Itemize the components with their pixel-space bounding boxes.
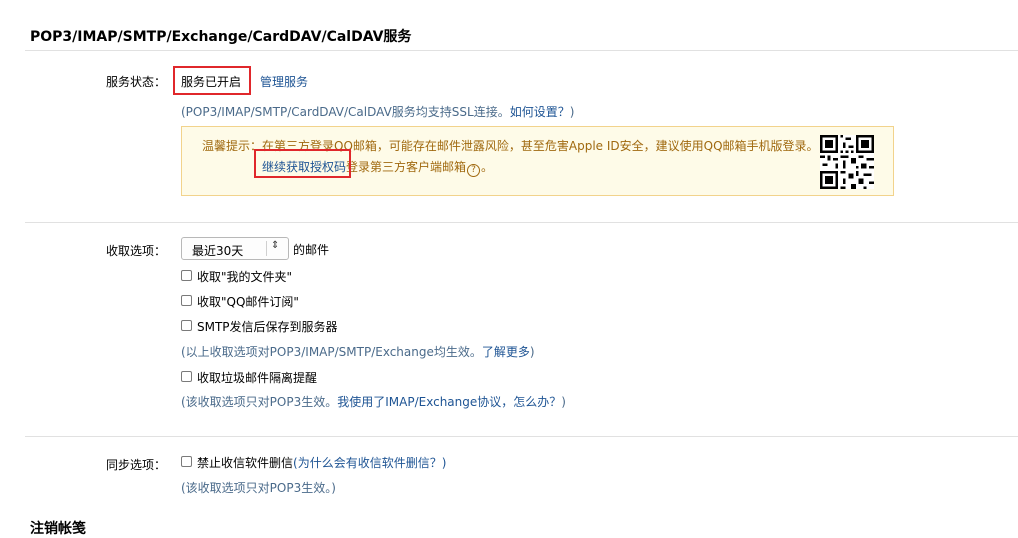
receive-range-value: 最近30天 [192,244,244,258]
option-qq-subscription-label: 收取"QQ邮件订阅" [197,295,299,309]
updown-arrow-icon: ⇕ [271,240,280,251]
ssl-note-text: (POP3/IMAP/SMTP/CardDAV/CalDAV服务均支持SSL连接… [181,105,510,119]
prevent-delete-text: 禁止收信软件删信 [197,456,294,470]
divider [25,436,1018,437]
receive-range-suffix: 的邮件 [293,243,330,257]
checkbox-prevent-delete[interactable] [181,456,192,467]
receive-note-2-end: ) [561,395,566,409]
why-delete-link[interactable]: (为什么会有收信软件删信？) [293,456,446,470]
warning-end: 。 [481,160,494,174]
option-my-folders-label: 收取"我的文件夹" [197,270,293,284]
divider [25,50,1018,51]
checkbox-my-folders[interactable] [181,270,192,281]
option-smtp-save-label: SMTP发信后保存到服务器 [197,320,338,334]
warning-line2-text: 登录第三方客户端邮箱 [346,160,467,174]
how-to-setup-link[interactable]: 如何设置？ [510,105,570,119]
receive-options-label: 收取选项： [106,244,167,258]
receive-note-2: (该收取选项只对POP3生效。我使用了IMAP/Exchange协议，怎么办？) [181,393,566,410]
ssl-note-end: ) [569,105,575,119]
sync-note: (该收取选项只对POP3生效。) [181,481,336,495]
receive-note-2-text: (该收取选项只对POP3生效。 [181,395,338,409]
select-separator [266,241,267,256]
checkbox-qq-subscription[interactable] [181,295,192,306]
qr-code-icon [820,135,874,189]
next-section-title: 注销帐笺 [30,521,86,537]
receive-note-1-end: ) [529,345,535,359]
service-status-label: 服务状态： [106,75,167,89]
sync-options-label: 同步选项： [106,458,167,472]
receive-range-select[interactable]: 最近30天 ⇕ [181,237,289,260]
checkbox-spam-reminder[interactable] [181,371,192,382]
checkbox-smtp-save[interactable] [181,320,192,331]
imap-exchange-help-link[interactable]: 我使用了IMAP/Exchange协议，怎么办？ [337,395,561,409]
sync-option-label: 禁止收信软件删信(为什么会有收信软件删信？) [197,454,446,471]
service-status-value: 服务已开启 [181,75,242,89]
option-spam-reminder-label: 收取垃圾邮件隔离提醒 [197,371,318,385]
top-band [0,0,1018,18]
divider [25,222,1018,223]
receive-note-1: (以上收取选项对POP3/IMAP/SMTP/Exchange均生效。了解更多) [181,343,535,360]
section-title: POP3/IMAP/SMTP/Exchange/CardDAV/CalDAV服务 [30,29,412,45]
help-icon[interactable]: ? [467,164,481,177]
auth-code-highlight-box [254,149,351,178]
manage-service-link[interactable]: 管理服务 [260,73,308,90]
learn-more-link[interactable]: 了解更多 [482,345,530,359]
ssl-note: (POP3/IMAP/SMTP/CardDAV/CalDAV服务均支持SSL连接… [181,103,574,120]
receive-note-1-text: (以上收取选项对POP3/IMAP/SMTP/Exchange均生效。 [181,345,482,359]
